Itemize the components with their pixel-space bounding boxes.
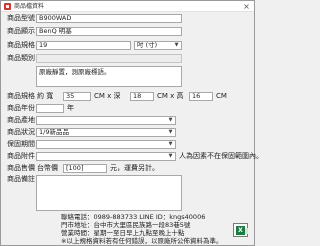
export-excel-button[interactable]: X [233, 223, 248, 237]
name-input[interactable]: BenQ 明基 [36, 27, 182, 36]
label-year: 商品年份 [7, 104, 35, 112]
price-input[interactable]: [100] [63, 164, 107, 173]
contact-hours: 營業時間：星期一至日早上九點至晚上十點 [61, 229, 185, 237]
note-textarea[interactable]: 原廠靜置，測原廠標語。 [36, 66, 182, 87]
label-model: 商品型號 [7, 14, 35, 22]
label-warranty: 保固期間 [7, 140, 35, 148]
accessory-note: 人為因素不在保固範圍內。 [179, 152, 263, 160]
size-prefix: 約 寬 [37, 92, 54, 100]
window-title: 商品檔資料 [14, 3, 45, 10]
model-input[interactable]: B900WAD [36, 14, 182, 23]
chevron-down-icon: ▼ [174, 42, 179, 48]
chevron-down-icon: ▼ [168, 117, 173, 123]
width-input[interactable]: 35 [63, 92, 91, 101]
spec-unit-value: 吋 (寸) [137, 41, 158, 49]
label-size: 商品規格 [7, 92, 35, 100]
spec-unit-dropdown[interactable]: 吋 (寸) ▼ [134, 41, 182, 50]
label-accessory: 商品附件 [7, 152, 35, 160]
label-name: 商品顯示 [7, 27, 35, 35]
status-value: 1/9新品品 [39, 128, 69, 136]
label-status: 商品狀況 [7, 128, 35, 136]
year-input[interactable] [36, 104, 64, 113]
contact-phone: 聯絡電話：0989-883733 LINE ID：kngs40006 [61, 213, 206, 221]
title-bar: 商品檔資料 × [1, 1, 254, 12]
origin-dropdown[interactable]: ▼ [36, 116, 176, 125]
contact-store: 門市地址：台中市大里區民族路一段83巷5號 [61, 221, 191, 229]
category-input[interactable] [36, 54, 182, 63]
size-unit: CM [216, 92, 227, 100]
depth-input[interactable]: 18 [130, 92, 154, 101]
chevron-down-icon: ▼ [168, 153, 173, 159]
label-origin: 商品產地 [7, 116, 35, 124]
label-remark: 商品備註 [7, 175, 35, 183]
size-sep1: CM x 深 [94, 92, 121, 100]
price-prefix: 台幣價 [37, 164, 58, 172]
app-icon [4, 3, 11, 10]
year-unit: 年 [67, 104, 74, 112]
close-icon: × [243, 2, 250, 11]
size-sep2: CM x 高 [157, 92, 184, 100]
chevron-down-icon: ▼ [168, 141, 173, 147]
height-input[interactable]: 16 [189, 92, 213, 101]
spec-size-input[interactable]: 19 [36, 41, 131, 50]
excel-icon: X [236, 226, 248, 235]
price-suffix: 元，運費另計。 [110, 164, 159, 172]
app-window: 商品檔資料 × 商品型號 B900WAD 商品顯示 BenQ 明基 商品規格 1… [0, 0, 263, 246]
remark-textarea[interactable] [36, 175, 182, 211]
contact-disclaimer: ※以上規格資料若有任何錯誤，以原廠所公佈資料為準。 [61, 237, 223, 245]
label-category: 商品類別 [7, 54, 35, 62]
close-button[interactable]: × [242, 2, 251, 11]
accessory-dropdown[interactable]: ▼ [36, 152, 176, 161]
label-spec: 商品規格 [7, 41, 35, 49]
warranty-dropdown[interactable]: ▼ [36, 140, 176, 149]
label-price: 商品售價 [7, 164, 35, 172]
status-dropdown[interactable]: 1/9新品品 ▼ [36, 128, 176, 137]
chevron-down-icon: ▼ [168, 129, 173, 135]
